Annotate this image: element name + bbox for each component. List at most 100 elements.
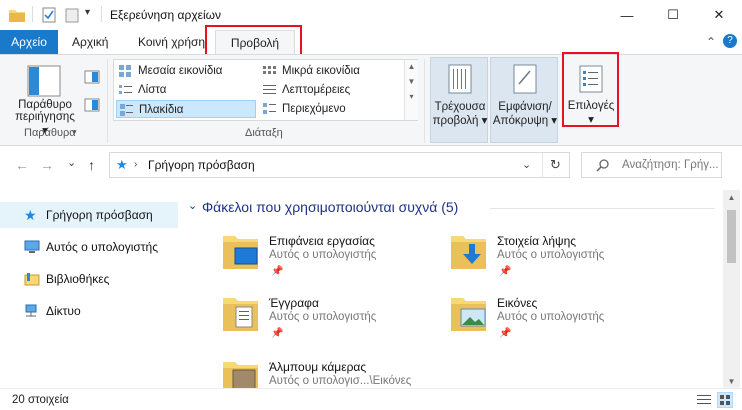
details-pane-icon[interactable] [84,98,100,112]
search-icon [596,159,609,172]
layout-item-label: Πλακίδια [139,104,184,116]
folder-icon [9,10,25,22]
gallery-up-icon[interactable]: ▲ [405,62,418,71]
pin-icon[interactable]: 📌 [499,328,511,339]
scroll-up-icon[interactable]: ▲ [723,193,740,202]
layout-medium-icons[interactable]: Μεσαία εικονίδια [116,62,256,80]
scroll-down-icon[interactable]: ▼ [723,377,740,386]
up-icon[interactable]: ↑ [88,157,95,173]
tab-home[interactable]: Αρχική [62,30,118,54]
show-hide-label: Εμφάνιση/ [498,101,552,113]
properties-icon[interactable] [42,7,56,23]
current-view-button[interactable]: Τρέχουσα προβολή ▾ [430,57,488,143]
title-bar: ▾ Εξερεύνηση αρχείων — ☐ ✕ [0,0,742,30]
nav-item-network[interactable]: Δίκτυο [0,298,178,324]
large-icons-view-icon[interactable] [717,392,733,408]
help-icon[interactable]: ? [723,34,737,48]
new-folder-icon[interactable] [65,7,79,23]
forward-icon[interactable]: → [40,157,54,173]
libraries-icon [24,273,40,286]
item-count: 20 στοιχεία [12,394,69,406]
collapse-section-icon[interactable]: ⌄ [188,199,197,212]
section-divider [490,208,715,209]
gallery-more-icon[interactable]: ▾ [405,92,418,101]
small-icons-icon [263,66,276,74]
minimize-button[interactable]: — [604,0,650,30]
layout-content[interactable]: Περιεχόμενο [260,100,400,118]
minimize-icon: — [620,7,634,23]
navigation-pane-icon[interactable] [27,65,61,97]
preview-pane-icon[interactable] [84,70,100,84]
layout-tiles[interactable]: Πλακίδια [116,100,256,118]
tile-name: Στοιχεία λήψης [497,234,577,248]
recent-locations-icon[interactable]: ⌄ [67,156,76,169]
close-button[interactable]: ✕ [696,0,742,30]
computer-icon [24,240,40,253]
pin-icon[interactable]: 📌 [499,266,511,277]
nav-item-this-pc[interactable]: Αυτός ο υπολογιστής [0,234,178,260]
tile-documents[interactable]: Έγγραφα Αυτός ο υπολογιστής 📌 [221,294,441,344]
maximize-button[interactable]: ☐ [650,0,696,30]
collapse-ribbon-icon[interactable]: ⌃ [706,35,716,49]
status-bar: 20 στοιχεία [0,388,742,410]
layout-details[interactable]: Λεπτομέρειες [260,81,400,99]
show-hide-button[interactable]: Εμφάνιση/ Απόκρυψη ▾ [490,57,558,143]
layout-group-label: Διάταξη [245,127,283,139]
pictures-folder-icon [451,298,486,331]
tab-share[interactable]: Κοινή χρήση [128,30,215,54]
nav-item-label: Δίκτυο [46,304,81,318]
vertical-scrollbar[interactable]: ▲ ▼ [723,190,740,388]
address-separator [542,153,543,177]
current-view-label: Τρέχουσα [434,101,486,113]
tab-file[interactable]: Αρχείο [0,30,58,54]
details-view-icon[interactable] [697,394,711,406]
address-text: Γρήγορη πρόσβαση [148,158,255,172]
refresh-icon[interactable]: ↻ [550,157,561,173]
list-icon [119,85,132,94]
layout-item-label: Μεσαία εικονίδια [138,65,223,77]
tile-name: Άλμπουμ κάμερας [269,360,367,374]
breadcrumb-separator-icon[interactable]: › [134,159,137,170]
layout-small-icons[interactable]: Μικρά εικονίδια [260,62,400,80]
current-view-icon [448,64,472,94]
tile-pictures[interactable]: Εικόνες Αυτός ο υπολογιστής 📌 [449,294,669,344]
tiles-icon [120,104,133,116]
tile-location: Αυτός ο υπολογιστής [269,249,377,261]
star-icon: ★ [116,157,128,172]
tile-camera-roll[interactable]: Άλμπουμ κάμερας Αυτός ο υπολογισ...\Εικό… [221,358,441,388]
tile-name: Εικόνες [497,296,538,310]
navigation-pane: ★ Γρήγορη πρόσβαση Αυτός ο υπολογιστής Β… [0,190,178,388]
tile-name: Έγγραφα [269,296,319,310]
scrollbar-thumb[interactable] [727,210,736,263]
layout-item-label: Λεπτομέρειες [282,84,351,96]
gallery-down-icon[interactable]: ▼ [405,77,418,86]
pin-icon[interactable]: 📌 [271,328,283,339]
address-dropdown-icon[interactable]: ⌄ [522,158,531,171]
pin-icon[interactable]: 📌 [271,266,283,277]
section-title: Φάκελοι που χρησιμοποιούνται συχνά (5) [202,199,459,215]
tile-desktop[interactable]: Επιφάνεια εργασίας Αυτός ο υπολογιστής 📌 [221,232,441,282]
tile-location: Αυτός ο υπολογιστής [497,311,605,323]
nav-item-label: Αυτός ο υπολογιστής [46,240,158,254]
window-title: Εξερεύνηση αρχείων [110,8,221,22]
documents-folder-icon [223,298,258,331]
title-separator [101,6,102,22]
layout-item-label: Περιεχόμενο [282,103,346,115]
quick-access-toolbar-dropdown-icon[interactable]: ▾ [85,7,90,18]
layout-list[interactable]: Λίστα [116,81,256,99]
camera-roll-folder-icon [223,362,258,388]
layout-gallery-scroll[interactable]: ▲ ▼ ▾ [404,60,418,120]
address-bar[interactable]: ★ › Γρήγορη πρόσβαση ⌄ ↻ [109,152,570,178]
tile-location: Αυτός ο υπολογιστής [269,311,377,323]
nav-item-libraries[interactable]: Βιβλιοθήκες [0,266,178,292]
panes-group-dropdown-icon[interactable]: ▾ [72,127,77,138]
title-separator [32,6,33,22]
tile-downloads[interactable]: Στοιχεία λήψης Αυτός ο υπολογιστής 📌 [449,232,669,282]
nav-item-label: Βιβλιοθήκες [46,272,110,286]
tile-location: Αυτός ο υπολογιστής [497,249,605,261]
search-input[interactable]: Αναζήτηση: Γρήγ... [581,152,722,178]
search-placeholder: Αναζήτηση: Γρήγ... [622,159,719,171]
nav-item-quick-access[interactable]: ★ Γρήγορη πρόσβαση [0,202,178,228]
content-icon [263,103,276,114]
back-icon[interactable]: ← [15,157,29,173]
